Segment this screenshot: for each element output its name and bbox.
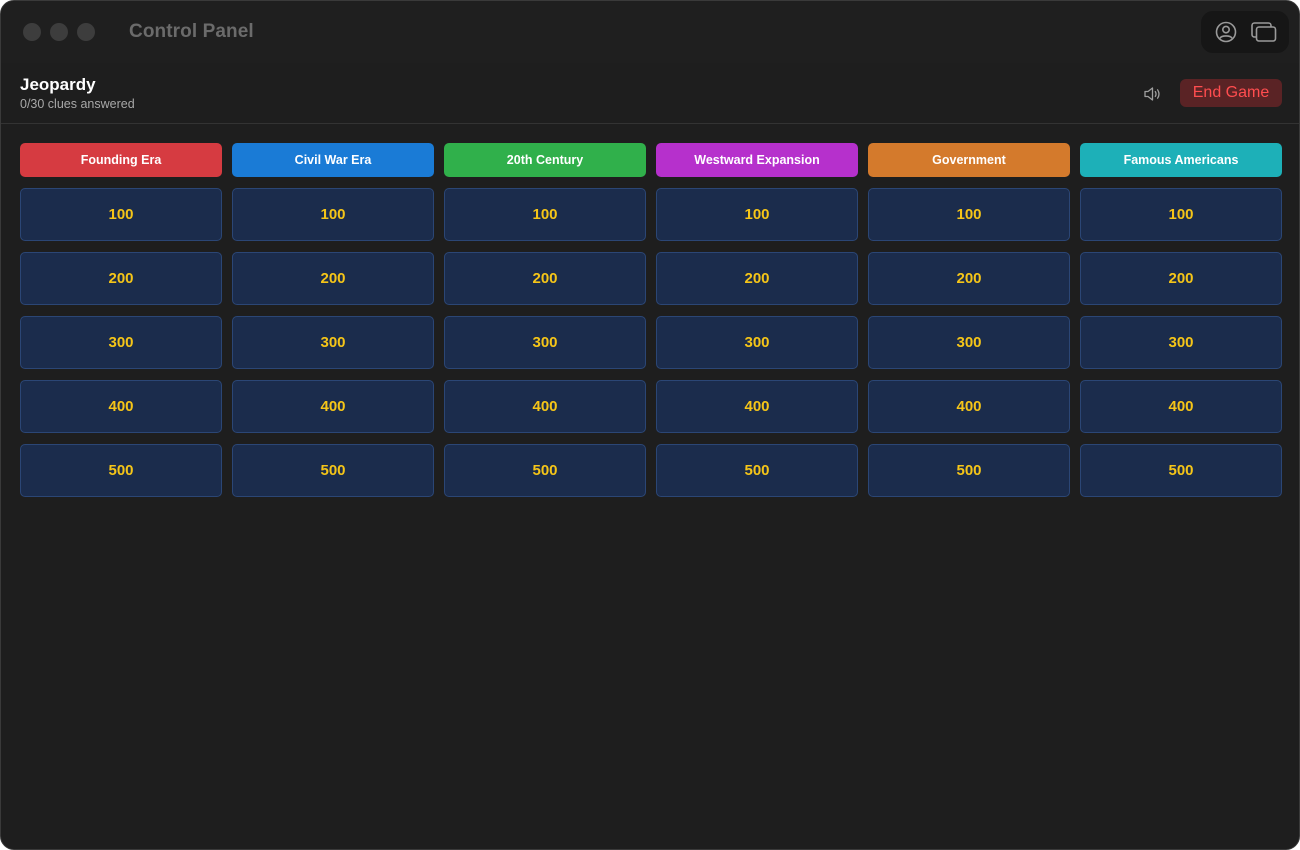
profile-button[interactable] xyxy=(1212,18,1240,46)
person-circle-icon xyxy=(1215,21,1237,43)
clue-cell[interactable]: 100 xyxy=(232,188,434,241)
clue-cell[interactable]: 200 xyxy=(1080,252,1282,305)
clue-cell[interactable]: 400 xyxy=(868,380,1070,433)
clue-cell[interactable]: 100 xyxy=(1080,188,1282,241)
board-column: Famous Americans 100 200 300 400 500 xyxy=(1080,143,1282,497)
clue-cell[interactable]: 100 xyxy=(656,188,858,241)
clues-progress: 0/30 clues answered xyxy=(20,97,135,111)
clue-cell[interactable]: 400 xyxy=(1080,380,1282,433)
clue-cell[interactable]: 300 xyxy=(868,316,1070,369)
window-title: Control Panel xyxy=(129,21,254,42)
clue-cell[interactable]: 500 xyxy=(656,444,858,497)
app-window: Control Panel Jeopardy 0/30 clues answer… xyxy=(0,0,1300,850)
category-header: Westward Expansion xyxy=(656,143,858,177)
board-column: Civil War Era 100 200 300 400 500 xyxy=(232,143,434,497)
board-column: Government 100 200 300 400 500 xyxy=(868,143,1070,497)
clue-cell[interactable]: 300 xyxy=(20,316,222,369)
board-column: Founding Era 100 200 300 400 500 xyxy=(20,143,222,497)
board-column: 20th Century 100 200 300 400 500 xyxy=(444,143,646,497)
title-toolbar xyxy=(1201,11,1289,53)
clue-cell[interactable]: 200 xyxy=(868,252,1070,305)
clue-cell[interactable]: 400 xyxy=(232,380,434,433)
clue-cell[interactable]: 400 xyxy=(656,380,858,433)
jeopardy-board: Founding Era 100 200 300 400 500 Civil War Era… xyxy=(20,143,1282,497)
category-header: Founding Era xyxy=(20,143,222,177)
window-stack-icon xyxy=(1251,22,1277,42)
windows-button[interactable] xyxy=(1250,18,1278,46)
category-header: Civil War Era xyxy=(232,143,434,177)
clue-cell[interactable]: 400 xyxy=(444,380,646,433)
minimize-window-button[interactable] xyxy=(50,23,68,41)
clue-cell[interactable]: 400 xyxy=(20,380,222,433)
clue-cell[interactable]: 100 xyxy=(20,188,222,241)
clue-cell[interactable]: 500 xyxy=(232,444,434,497)
clue-cell[interactable]: 200 xyxy=(232,252,434,305)
clue-cell[interactable]: 300 xyxy=(444,316,646,369)
sound-toggle-button[interactable] xyxy=(1141,82,1165,106)
category-header: Government xyxy=(868,143,1070,177)
clue-cell[interactable]: 300 xyxy=(1080,316,1282,369)
game-title: Jeopardy xyxy=(20,75,96,94)
clue-cell[interactable]: 300 xyxy=(656,316,858,369)
end-game-button[interactable]: End Game xyxy=(1180,79,1282,107)
game-header: Jeopardy 0/30 clues answered End Game xyxy=(1,63,1299,124)
zoom-window-button[interactable] xyxy=(77,23,95,41)
clue-cell[interactable]: 100 xyxy=(444,188,646,241)
window-controls xyxy=(23,23,95,41)
clue-cell[interactable]: 500 xyxy=(444,444,646,497)
category-header: Famous Americans xyxy=(1080,143,1282,177)
close-window-button[interactable] xyxy=(23,23,41,41)
clue-cell[interactable]: 500 xyxy=(1080,444,1282,497)
clue-cell[interactable]: 200 xyxy=(656,252,858,305)
speaker-icon xyxy=(1144,87,1160,101)
clue-cell[interactable]: 100 xyxy=(868,188,1070,241)
title-bar: Control Panel xyxy=(1,1,1299,63)
clue-cell[interactable]: 200 xyxy=(20,252,222,305)
board-column: Westward Expansion 100 200 300 400 500 xyxy=(656,143,858,497)
clue-cell[interactable]: 500 xyxy=(20,444,222,497)
clue-cell[interactable]: 200 xyxy=(444,252,646,305)
clue-cell[interactable]: 300 xyxy=(232,316,434,369)
category-header: 20th Century xyxy=(444,143,646,177)
clue-cell[interactable]: 500 xyxy=(868,444,1070,497)
